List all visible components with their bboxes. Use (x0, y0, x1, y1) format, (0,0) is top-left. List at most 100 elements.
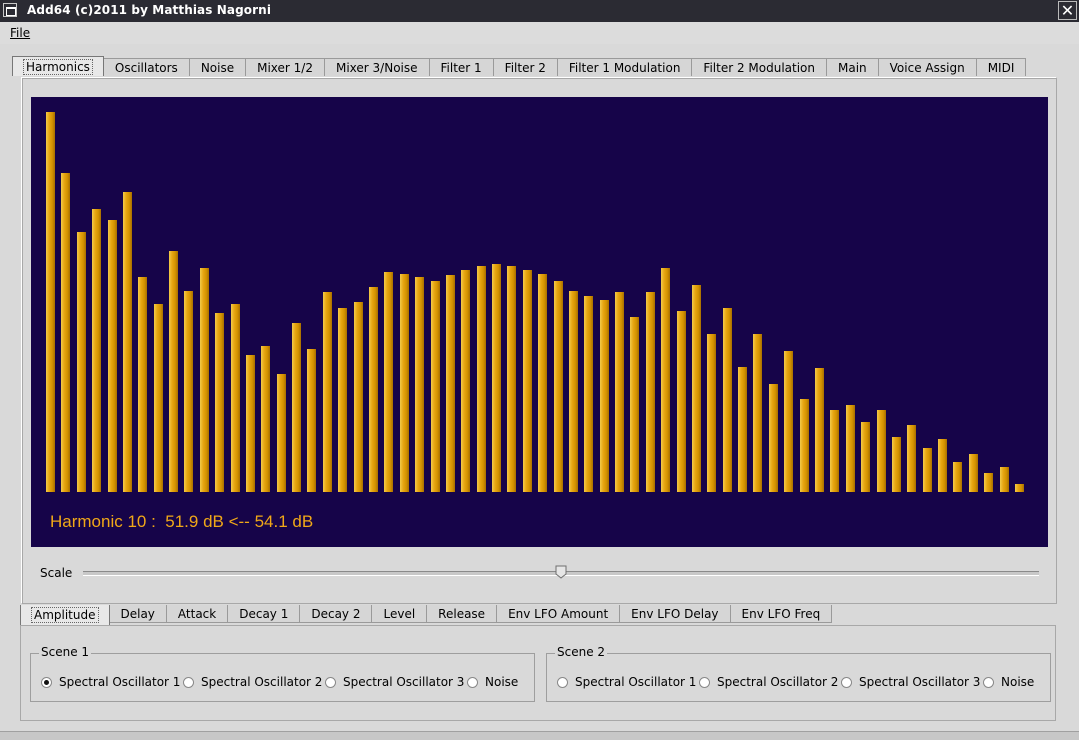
harmonic-bar[interactable] (615, 292, 624, 492)
tab-voice-assign[interactable]: Voice Assign (878, 58, 977, 76)
scene2-radio-spectral-oscillator-3[interactable]: Spectral Oscillator 3 (841, 675, 980, 689)
harmonic-bar[interactable] (877, 410, 886, 492)
harmonic-bar[interactable] (677, 311, 686, 492)
scene1-radio-spectral-oscillator-3[interactable]: Spectral Oscillator 3 (325, 675, 464, 689)
harmonic-bar[interactable] (231, 304, 240, 492)
tab-filter-2-modulation[interactable]: Filter 2 Modulation (692, 58, 827, 76)
harmonic-bar[interactable] (384, 272, 393, 492)
harmonic-bar[interactable] (846, 405, 855, 492)
harmonic-bar[interactable] (507, 266, 516, 492)
harmonic-bar[interactable] (123, 192, 132, 492)
harmonic-bar[interactable] (938, 439, 947, 492)
tab-oscillators[interactable]: Oscillators (103, 58, 190, 76)
harmonic-bar[interactable] (1015, 484, 1024, 492)
harmonic-bar[interactable] (77, 232, 86, 492)
subtab-decay-2[interactable]: Decay 2 (300, 605, 373, 623)
subtab-decay-1[interactable]: Decay 1 (228, 605, 301, 623)
subtab-release[interactable]: Release (427, 605, 498, 623)
harmonic-bar[interactable] (769, 384, 778, 492)
harmonic-bar[interactable] (1000, 467, 1009, 492)
harmonic-bar[interactable] (969, 454, 978, 492)
harmonic-bar[interactable] (400, 274, 409, 492)
subtab-level[interactable]: Level (372, 605, 428, 623)
harmonic-bar[interactable] (61, 173, 70, 492)
tab-filter-1-modulation[interactable]: Filter 1 Modulation (557, 58, 693, 76)
harmonic-bar[interactable] (723, 308, 732, 492)
harmonic-bar[interactable] (338, 308, 347, 492)
subtab-env-lfo-amount[interactable]: Env LFO Amount (497, 605, 621, 623)
harmonic-bar[interactable] (154, 304, 163, 492)
window-menu-icon[interactable] (3, 3, 17, 17)
subtab-amplitude[interactable]: Amplitude (20, 605, 110, 626)
harmonic-bar[interactable] (277, 374, 286, 492)
radio-button-icon[interactable] (557, 676, 568, 688)
harmonic-bar[interactable] (446, 275, 455, 492)
tab-mixer-1-2[interactable]: Mixer 1/2 (246, 58, 325, 76)
close-button[interactable]: ✕ (1058, 1, 1077, 20)
scene2-radio-spectral-oscillator-1[interactable]: Spectral Oscillator 1 (557, 675, 696, 689)
harmonic-bar[interactable] (354, 302, 363, 492)
harmonic-bar[interactable] (953, 462, 962, 492)
harmonic-spectrum-display[interactable]: Harmonic 10 : 51.9 dB <-- 54.1 dB (31, 97, 1048, 547)
harmonic-bar[interactable] (46, 112, 55, 492)
harmonic-bar[interactable] (246, 355, 255, 492)
harmonic-bar[interactable] (753, 334, 762, 492)
scene2-radio-noise[interactable]: Noise (983, 675, 1034, 689)
harmonic-bar[interactable] (369, 287, 378, 492)
menu-file[interactable]: File (10, 26, 30, 40)
harmonic-bar[interactable] (815, 368, 824, 492)
harmonic-bar[interactable] (646, 292, 655, 492)
harmonic-bar[interactable] (215, 313, 224, 492)
harmonic-bar[interactable] (692, 285, 701, 492)
tab-main[interactable]: Main (827, 58, 879, 76)
harmonic-bar[interactable] (923, 448, 932, 492)
harmonic-bar[interactable] (431, 281, 440, 492)
tab-filter-2[interactable]: Filter 2 (493, 58, 558, 76)
subtab-env-lfo-freq[interactable]: Env LFO Freq (730, 605, 833, 623)
tab-harmonics[interactable]: Harmonics (12, 56, 104, 76)
harmonic-bar[interactable] (538, 274, 547, 492)
tab-filter-1[interactable]: Filter 1 (429, 58, 494, 76)
radio-button-icon[interactable] (467, 676, 478, 688)
harmonic-bar[interactable] (415, 277, 424, 492)
radio-button-icon[interactable] (699, 676, 710, 688)
scale-slider-thumb[interactable] (555, 565, 567, 579)
harmonic-bar[interactable] (830, 410, 839, 492)
harmonic-bar[interactable] (523, 270, 532, 492)
harmonic-bar[interactable] (569, 291, 578, 492)
radio-button-icon[interactable] (325, 676, 336, 688)
harmonic-bar[interactable] (292, 323, 301, 492)
subtab-attack[interactable]: Attack (166, 605, 229, 623)
scene1-radio-noise[interactable]: Noise (467, 675, 518, 689)
harmonic-bar[interactable] (307, 349, 316, 492)
harmonic-bar[interactable] (907, 425, 916, 492)
tab-noise[interactable]: Noise (189, 58, 247, 76)
harmonic-bar[interactable] (707, 334, 716, 492)
harmonic-bar[interactable] (984, 473, 993, 492)
harmonic-bar[interactable] (661, 268, 670, 492)
tab-midi[interactable]: MIDI (976, 58, 1027, 76)
subtab-env-lfo-delay[interactable]: Env LFO Delay (620, 605, 731, 623)
harmonic-bar[interactable] (600, 300, 609, 492)
harmonic-bar[interactable] (184, 291, 193, 492)
harmonic-bar[interactable] (461, 270, 470, 492)
harmonic-bar[interactable] (892, 437, 901, 492)
harmonic-bar[interactable] (584, 296, 593, 492)
harmonic-bar[interactable] (477, 266, 486, 492)
harmonic-bar[interactable] (861, 422, 870, 492)
harmonic-bar[interactable] (200, 268, 209, 492)
scene2-radio-spectral-oscillator-2[interactable]: Spectral Oscillator 2 (699, 675, 838, 689)
radio-button-icon[interactable] (41, 676, 52, 688)
harmonic-bar[interactable] (92, 209, 101, 492)
harmonic-bar[interactable] (108, 220, 117, 492)
harmonic-bar[interactable] (630, 317, 639, 492)
radio-button-icon[interactable] (183, 676, 194, 688)
harmonic-bar[interactable] (261, 346, 270, 492)
scene1-radio-spectral-oscillator-1[interactable]: Spectral Oscillator 1 (41, 675, 180, 689)
tab-mixer-3-noise[interactable]: Mixer 3/Noise (324, 58, 430, 76)
harmonic-bar[interactable] (554, 281, 563, 492)
harmonic-bar[interactable] (138, 277, 147, 492)
harmonic-bar[interactable] (738, 367, 747, 492)
radio-button-icon[interactable] (841, 676, 852, 688)
scene1-radio-spectral-oscillator-2[interactable]: Spectral Oscillator 2 (183, 675, 322, 689)
